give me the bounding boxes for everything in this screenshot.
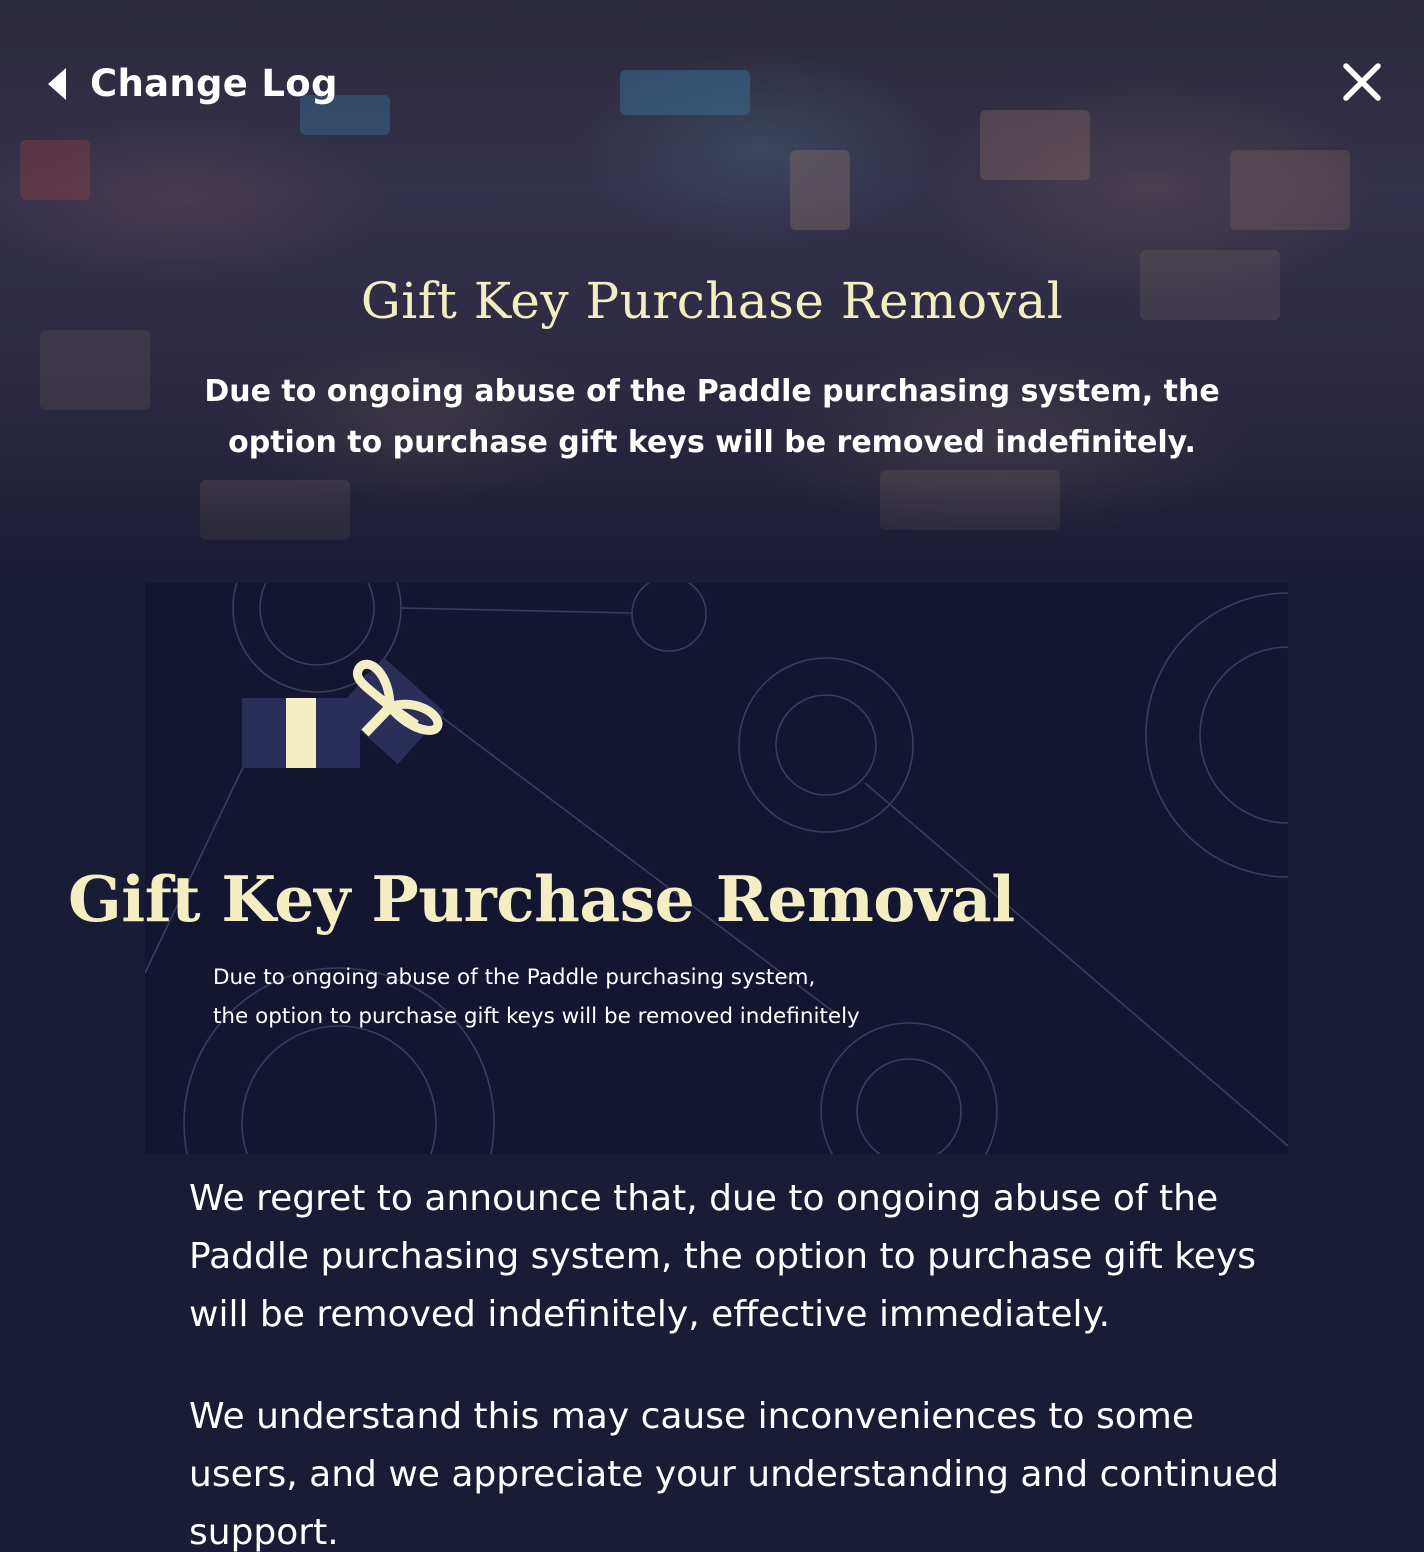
close-icon [1343,63,1381,101]
back-button[interactable]: Change Log [44,62,338,105]
gift-icon [242,657,445,768]
banner-text-line-1: Due to ongoing abuse of the Paddle purch… [213,965,816,990]
changelog-page: Change Log Gift Key Purchase Removal Due… [0,0,1424,1552]
body-paragraph-2: We understand this may cause inconvenien… [189,1396,1279,1552]
back-button-label: Change Log [90,62,338,105]
banner-title: Gift Key Purchase Removal [68,862,1015,936]
chevron-left-icon [48,67,66,100]
body-paragraph-1: We regret to announce that, due to ongoi… [189,1178,1257,1335]
close-button[interactable] [1338,58,1386,106]
banner-text-line-2: the option to purchase gift keys will be… [213,1004,860,1029]
page-title: Gift Key Purchase Removal [360,272,1064,330]
page-subtitle: Due to ongoing abuse of the Paddle purch… [204,374,1220,460]
